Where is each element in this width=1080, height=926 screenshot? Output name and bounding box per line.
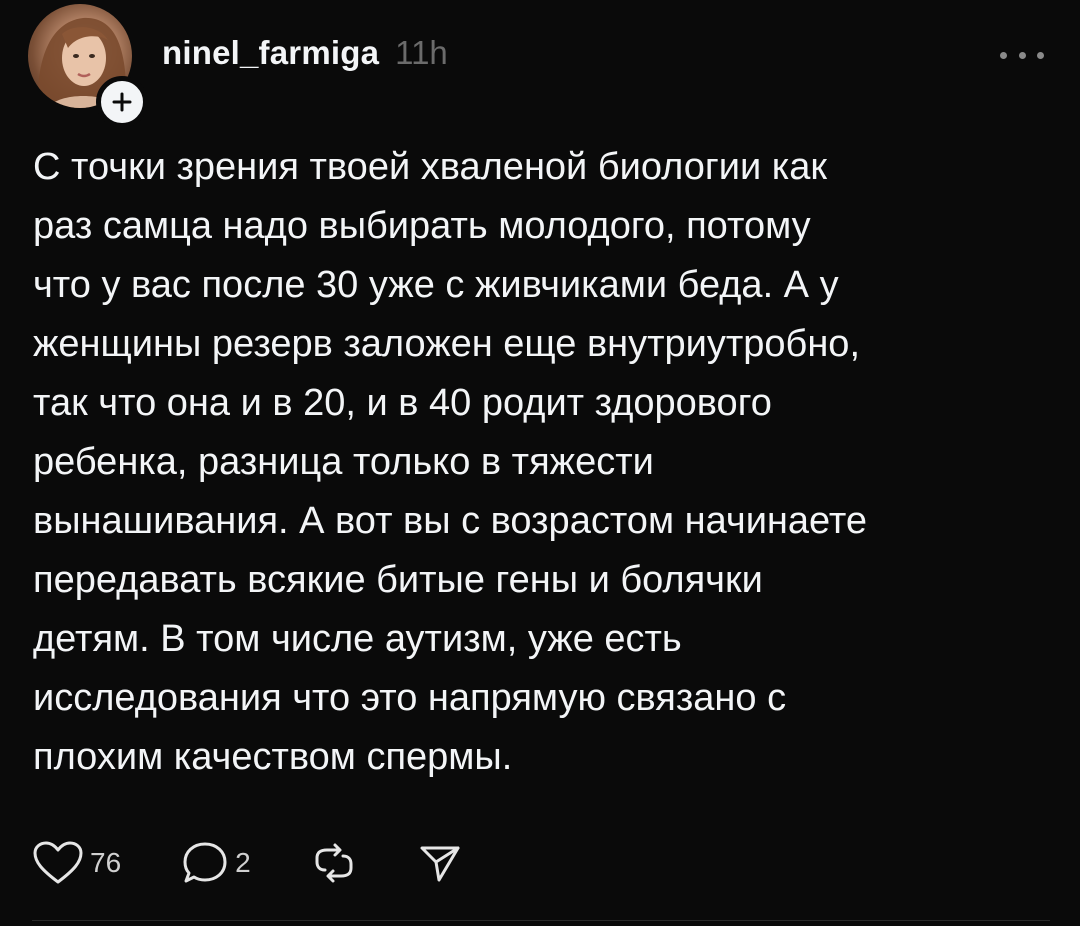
reply-button[interactable]: 2 xyxy=(181,840,251,886)
avatar-container[interactable] xyxy=(28,4,148,128)
repost-icon xyxy=(315,843,353,883)
plus-icon xyxy=(112,92,132,112)
follow-button[interactable] xyxy=(96,76,148,128)
thread-post: ninel_farmiga 11h С точки зрения твоей х… xyxy=(0,0,1080,926)
post-divider xyxy=(32,920,1050,921)
username-link[interactable]: ninel_farmiga xyxy=(162,34,379,72)
like-count: 76 xyxy=(90,847,122,878)
repost-button[interactable] xyxy=(311,840,357,886)
post-header: ninel_farmiga 11h xyxy=(162,34,448,72)
comment-icon xyxy=(183,842,227,883)
more-horizontal-icon xyxy=(1000,51,1007,59)
post-actions: 76 2 xyxy=(32,838,523,888)
reply-count: 2 xyxy=(235,847,251,878)
share-button[interactable] xyxy=(417,840,463,886)
send-icon xyxy=(420,846,460,882)
post-timestamp: 11h xyxy=(395,34,448,71)
more-options-button[interactable] xyxy=(1000,40,1044,70)
post-text: С точки зрения твоей хваленой биологии к… xyxy=(33,146,868,778)
heart-icon xyxy=(33,841,83,884)
like-button[interactable]: 76 xyxy=(32,840,121,886)
